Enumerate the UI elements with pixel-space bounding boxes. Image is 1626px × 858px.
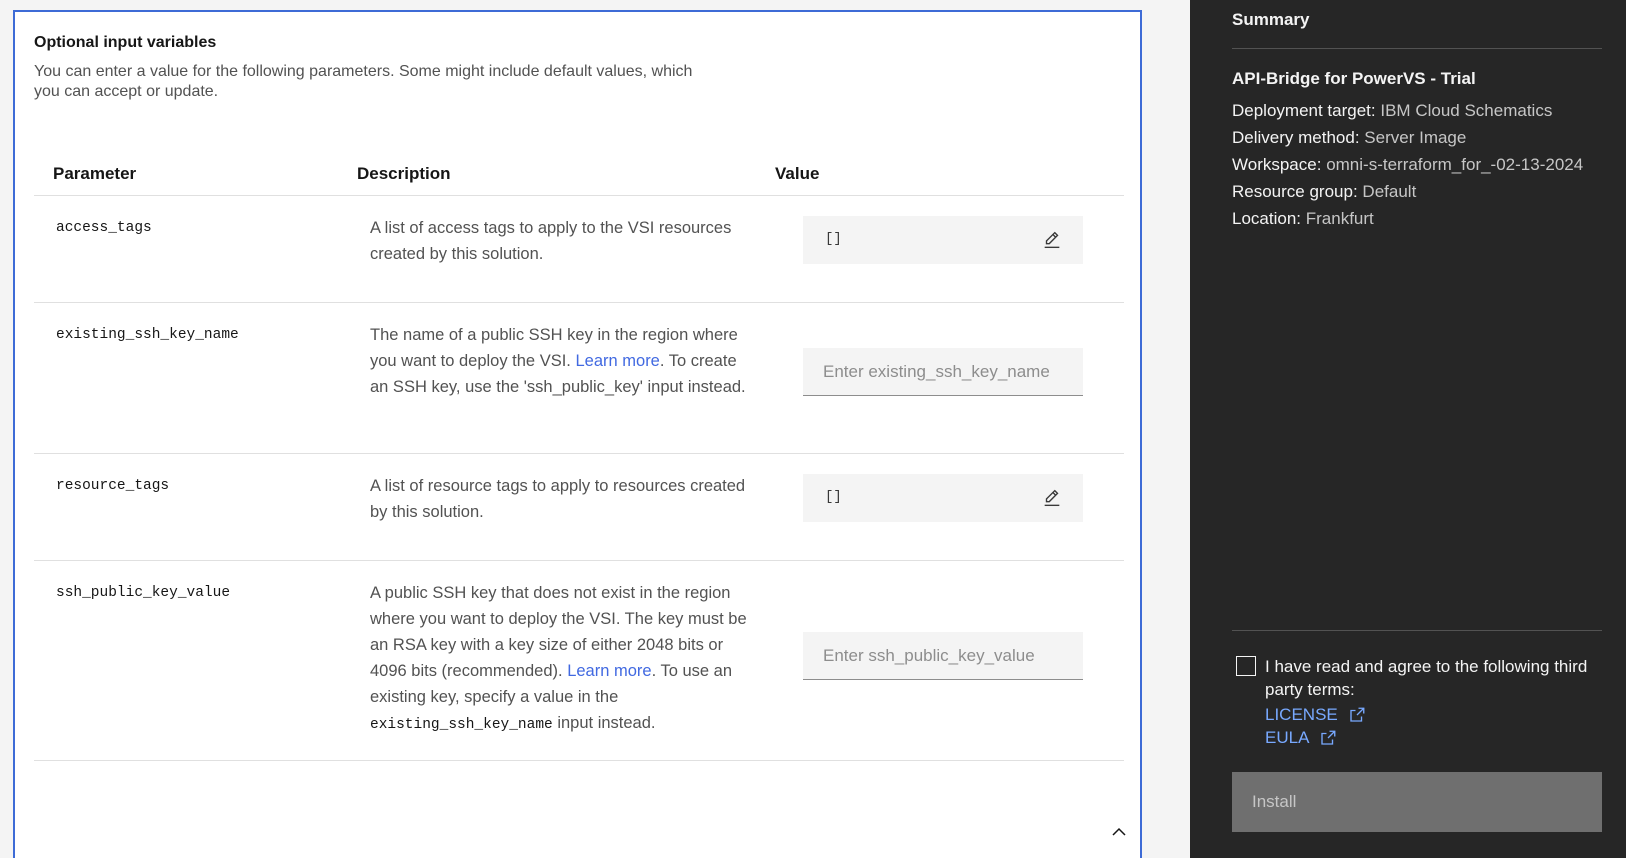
description-ssh-public-key-value: A public SSH key that does not exist in …: [370, 584, 747, 733]
summary-resource-group: Resource group: Default: [1232, 182, 1417, 201]
header-value: Value: [775, 164, 820, 183]
existing-ssh-key-name-field[interactable]: [803, 348, 1083, 396]
agree-label: I have read and agree to the following t…: [1265, 657, 1588, 699]
param-ssh-public-key-value: ssh_public_key_value: [56, 585, 231, 601]
section-description: You can enter a value for the following …: [34, 63, 693, 100]
external-link-icon: [1350, 707, 1365, 722]
install-button[interactable]: Install: [1232, 772, 1602, 832]
learn-more-link[interactable]: Learn more: [575, 352, 659, 370]
description-resource-tags: A list of resource tags to apply to reso…: [370, 477, 746, 521]
header-parameter: Parameter: [53, 164, 137, 183]
license-link[interactable]: LICENSE: [1265, 705, 1366, 725]
param-access-tags: access_tags: [56, 220, 152, 236]
param-existing-ssh-key-name: existing_ssh_key_name: [56, 327, 239, 343]
value-access-tags[interactable]: []: [803, 216, 1083, 264]
description-existing-ssh-key-name: The name of a public SSH key in the regi…: [370, 326, 746, 396]
divider: [1232, 630, 1602, 631]
variables-table: Parameter Description Value access_tags …: [34, 142, 1124, 761]
value-text: []: [825, 489, 842, 505]
table-row: resource_tags A list of resource tags to…: [34, 454, 1124, 561]
summary-location: Location: Frankfurt: [1232, 209, 1374, 228]
product-name: API-Bridge for PowerVS - Trial: [1232, 69, 1476, 88]
param-resource-tags: resource_tags: [56, 478, 170, 494]
existing-ssh-key-name-input[interactable]: [803, 348, 1083, 395]
summary-delivery-method: Delivery method: Server Image: [1232, 128, 1467, 147]
edit-icon[interactable]: [1041, 487, 1063, 509]
table-row: existing_ssh_key_name The name of a publ…: [34, 303, 1124, 454]
section-title: Optional input variables: [34, 34, 217, 51]
header-description: Description: [357, 164, 451, 183]
table-row: access_tags A list of access tags to app…: [34, 196, 1124, 303]
agree-checkbox[interactable]: [1236, 656, 1256, 676]
value-text: []: [825, 231, 842, 247]
learn-more-link[interactable]: Learn more: [567, 662, 651, 680]
summary-title: Summary: [1232, 10, 1310, 29]
description-access-tags: A list of access tags to apply to the VS…: [370, 219, 732, 263]
eula-link[interactable]: EULA: [1265, 728, 1337, 748]
chevron-up-icon[interactable]: [1107, 824, 1131, 840]
summary-deployment-target: Deployment target: IBM Cloud Schematics: [1232, 101, 1553, 120]
table-header: Parameter Description Value: [34, 142, 1124, 196]
summary-sidebar: Summary API-Bridge for PowerVS - Trial D…: [1190, 0, 1626, 858]
external-link-icon: [1321, 730, 1336, 745]
optional-variables-panel: Optional input variables You can enter a…: [13, 10, 1142, 858]
divider: [1232, 48, 1602, 49]
ssh-public-key-value-input[interactable]: [803, 632, 1083, 679]
table-row: ssh_public_key_value A public SSH key th…: [34, 561, 1124, 761]
value-resource-tags[interactable]: []: [803, 474, 1083, 522]
inline-code: existing_ssh_key_name: [370, 717, 553, 733]
edit-icon[interactable]: [1041, 229, 1063, 251]
summary-workspace: Workspace: omni-s-terraform_for_-02-13-2…: [1232, 155, 1584, 174]
ssh-public-key-value-field[interactable]: [803, 632, 1083, 680]
summary-details: Deployment target: IBM Cloud Schematics …: [1232, 99, 1602, 234]
